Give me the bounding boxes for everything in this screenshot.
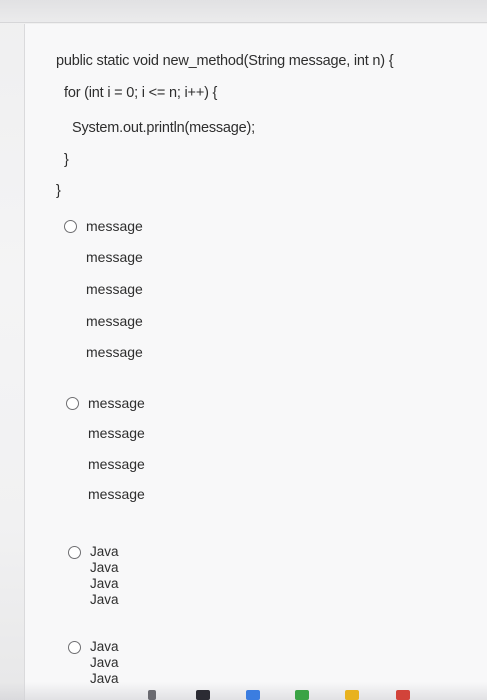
option-1-line-4: message xyxy=(86,313,143,329)
taskbar xyxy=(0,682,487,700)
option-4-line-2: Java xyxy=(90,655,119,670)
taskbar-app-icon-4[interactable] xyxy=(295,690,309,700)
option-3-line-2: Java xyxy=(90,560,119,575)
option-1-line-3: message xyxy=(86,281,143,297)
code-line-close-loop: } xyxy=(64,152,69,168)
taskbar-app-icon-1[interactable] xyxy=(148,690,156,700)
radio-button-option-4[interactable] xyxy=(68,641,81,654)
option-1-line-1: message xyxy=(86,218,143,234)
option-1-line-2: message xyxy=(86,249,143,265)
code-line-for-loop: for (int i = 0; i <= n; i++) { xyxy=(64,85,218,101)
option-3-line-3: Java xyxy=(90,576,119,591)
option-3-line-1: Java xyxy=(90,544,119,559)
option-2-line-3: message xyxy=(88,456,145,472)
top-bar xyxy=(0,0,487,23)
taskbar-app-icon-2[interactable] xyxy=(196,690,210,700)
option-2-line-2: message xyxy=(88,425,145,441)
code-line-println: System.out.println(message); xyxy=(72,120,255,136)
option-2-line-4: message xyxy=(88,486,145,502)
taskbar-app-icon-3[interactable] xyxy=(246,690,260,700)
option-3-line-4: Java xyxy=(90,592,119,607)
option-1-line-5: message xyxy=(86,344,143,360)
taskbar-app-icon-6[interactable] xyxy=(396,690,410,700)
code-line-close-method: } xyxy=(56,183,61,199)
option-2-line-1: message xyxy=(88,395,145,411)
radio-button-option-3[interactable] xyxy=(68,546,81,559)
radio-button-option-2[interactable] xyxy=(66,397,79,410)
taskbar-app-icon-5[interactable] xyxy=(345,690,359,700)
option-4-line-1: Java xyxy=(90,639,119,654)
code-line-method-signature: public static void new_method(String mes… xyxy=(56,53,394,69)
radio-button-option-1[interactable] xyxy=(64,220,77,233)
